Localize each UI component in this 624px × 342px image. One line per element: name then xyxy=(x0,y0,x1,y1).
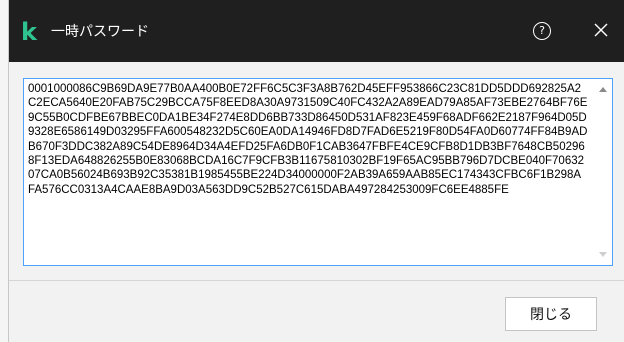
dialog-footer: 閉じる xyxy=(9,281,624,342)
kaspersky-logo-icon: k xyxy=(21,18,37,46)
password-text[interactable]: 0001000086C9B69DA9E77B0AA400B0E72FF6C5C3… xyxy=(28,82,588,197)
password-textarea[interactable]: 0001000086C9B69DA9E77B0AA400B0E72FF6C5C3… xyxy=(23,78,613,266)
help-icon[interactable]: ? xyxy=(533,22,551,40)
close-icon[interactable] xyxy=(589,18,613,42)
scroll-down-icon[interactable] xyxy=(599,252,607,257)
window-title: 一時パスワード xyxy=(51,23,149,39)
close-button[interactable]: 閉じる xyxy=(505,297,597,331)
title-bar: k 一時パスワード ? xyxy=(9,0,624,62)
scroll-up-icon[interactable] xyxy=(599,87,607,92)
temporary-password-dialog: k 一時パスワード ? 0001000086C9B69DA9E77B0AA400… xyxy=(8,0,624,342)
close-x-glyph xyxy=(594,23,608,37)
vertical-scrollbar[interactable] xyxy=(595,79,612,265)
